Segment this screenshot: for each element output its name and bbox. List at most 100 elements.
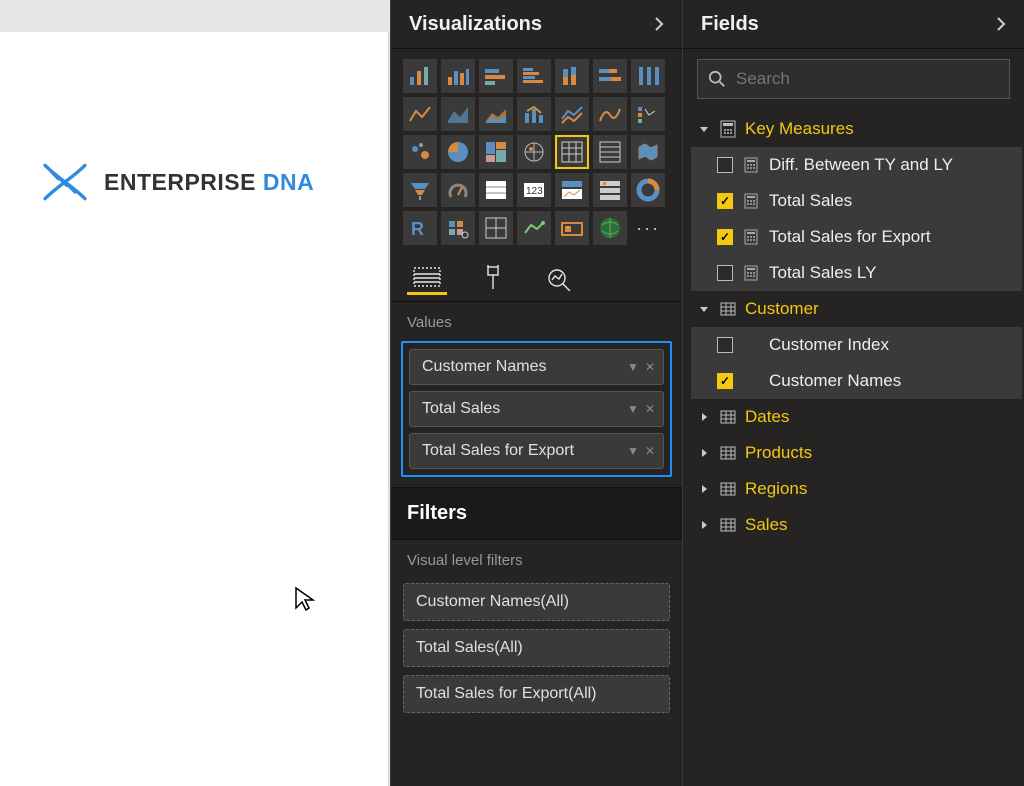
fields-tab[interactable] [407, 261, 447, 295]
fields-header[interactable]: Fields [683, 0, 1024, 48]
chevron-down-icon[interactable]: ▼ [627, 402, 639, 416]
viz-type-8[interactable] [441, 97, 475, 131]
value-pill-label: Customer Names [422, 358, 621, 376]
enterprise-logo-text: ENTERPRISE DNA [104, 169, 314, 196]
viz-type-26[interactable] [593, 173, 627, 207]
caret-right-icon[interactable] [697, 446, 711, 460]
viz-type-4[interactable] [555, 59, 589, 93]
viz-type-11[interactable] [555, 97, 589, 131]
viz-type-9[interactable] [479, 97, 513, 131]
value-pill[interactable]: Customer Names ▼ ✕ [409, 349, 664, 385]
viz-gallery: 123 R ··· [391, 49, 682, 251]
viz-type-15[interactable] [441, 135, 475, 169]
filters-heading[interactable]: Filters [391, 487, 682, 540]
values-well[interactable]: Customer Names▼✕Total Sales▼✕Total Sales… [401, 341, 672, 477]
field-row[interactable]: Total Sales [691, 183, 1022, 219]
chevron-down-icon[interactable]: ▼ [627, 444, 639, 458]
field-checkbox[interactable] [717, 337, 733, 353]
table-node[interactable]: Dates [691, 399, 1022, 435]
format-tab[interactable] [473, 261, 513, 295]
filter-pill[interactable]: Total Sales(All) [403, 629, 670, 667]
caret-right-icon[interactable] [697, 518, 711, 532]
chevron-down-icon[interactable]: ▼ [627, 360, 639, 374]
viz-type-3[interactable] [517, 59, 551, 93]
viz-type-5[interactable] [593, 59, 627, 93]
value-pill[interactable]: Total Sales for Export▼✕ [409, 433, 664, 469]
field-row[interactable]: Total Sales LY [691, 255, 1022, 291]
visualizations-header[interactable]: Visualizations [391, 0, 682, 48]
fields-search-input[interactable] [736, 69, 999, 89]
viz-type-2[interactable] [479, 59, 513, 93]
field-row[interactable]: Customer Index [691, 327, 1022, 363]
value-pill[interactable]: Total Sales▼✕ [409, 391, 664, 427]
analytics-tab[interactable] [539, 261, 579, 295]
viz-type-33[interactable] [593, 211, 627, 245]
close-icon[interactable]: ✕ [645, 360, 655, 374]
viz-type-32[interactable] [555, 211, 589, 245]
visual-filters-label: Visual level filters [391, 540, 682, 575]
viz-type-12[interactable] [593, 97, 627, 131]
viz-type-28[interactable]: R [403, 211, 437, 245]
cursor-icon [294, 586, 316, 619]
viz-type-7[interactable] [403, 97, 437, 131]
viz-type-25[interactable] [555, 173, 589, 207]
viz-type-17[interactable] [517, 135, 551, 169]
table-node[interactable]: Regions [691, 471, 1022, 507]
field-checkbox[interactable] [717, 157, 733, 173]
field-row[interactable]: Total Sales for Export [691, 219, 1022, 255]
table-node[interactable]: Products [691, 435, 1022, 471]
table-name: Dates [745, 407, 789, 427]
svg-text:R: R [411, 219, 424, 239]
measure-icon [743, 157, 759, 173]
viz-type-18[interactable] [555, 135, 589, 169]
viz-type-19[interactable] [593, 135, 627, 169]
report-canvas[interactable]: ENTERPRISE DNA [0, 0, 390, 786]
viz-type-21[interactable] [403, 173, 437, 207]
fields-search[interactable] [697, 59, 1010, 99]
viz-type-14[interactable] [403, 135, 437, 169]
field-row[interactable]: Diff. Between TY and LY [691, 147, 1022, 183]
caret-right-icon[interactable] [697, 482, 711, 496]
field-checkbox[interactable] [717, 373, 733, 389]
viz-type-27[interactable] [631, 173, 665, 207]
filter-pill[interactable]: Customer Names(All) [403, 583, 670, 621]
viz-type-10[interactable] [517, 97, 551, 131]
viz-type-13[interactable] [631, 97, 665, 131]
chevron-right-icon[interactable] [650, 15, 668, 33]
field-checkbox[interactable] [717, 265, 733, 281]
field-checkbox[interactable] [717, 193, 733, 209]
viz-type-31[interactable] [517, 211, 551, 245]
viz-more-icon[interactable]: ··· [631, 211, 665, 245]
table-node[interactable]: Customer [691, 291, 1022, 327]
caret-down-icon[interactable] [697, 302, 711, 316]
viz-type-22[interactable] [441, 173, 475, 207]
svg-text:123: 123 [526, 186, 543, 197]
field-name: Total Sales [769, 191, 1022, 211]
visualizations-panel: Visualizations 123R··· Values Customer N… [390, 0, 682, 786]
table-node[interactable]: Sales [691, 507, 1022, 543]
report-page[interactable]: ENTERPRISE DNA [0, 32, 388, 786]
close-icon[interactable]: ✕ [645, 444, 655, 458]
viz-type-29[interactable] [441, 211, 475, 245]
viz-type-16[interactable] [479, 135, 513, 169]
filter-pill[interactable]: Total Sales for Export(All) [403, 675, 670, 713]
viz-type-6[interactable] [631, 59, 665, 93]
viz-type-0[interactable] [403, 59, 437, 93]
viz-type-1[interactable] [441, 59, 475, 93]
fields-panel: Fields Key MeasuresDiff. Between TY and … [682, 0, 1024, 786]
caret-down-icon[interactable] [697, 122, 711, 136]
caret-right-icon[interactable] [697, 410, 711, 424]
table-node[interactable]: Key Measures [691, 111, 1022, 147]
viz-type-20[interactable] [631, 135, 665, 169]
table-icon [719, 480, 737, 498]
field-row[interactable]: Customer Names [691, 363, 1022, 399]
fields-title: Fields [701, 13, 759, 36]
chevron-right-icon[interactable] [992, 15, 1010, 33]
enterprise-logo: ENTERPRISE DNA [40, 160, 314, 204]
close-icon[interactable]: ✕ [645, 402, 655, 416]
measure-icon [743, 265, 759, 281]
viz-type-24[interactable]: 123 [517, 173, 551, 207]
viz-type-23[interactable] [479, 173, 513, 207]
viz-type-30[interactable] [479, 211, 513, 245]
field-checkbox[interactable] [717, 229, 733, 245]
